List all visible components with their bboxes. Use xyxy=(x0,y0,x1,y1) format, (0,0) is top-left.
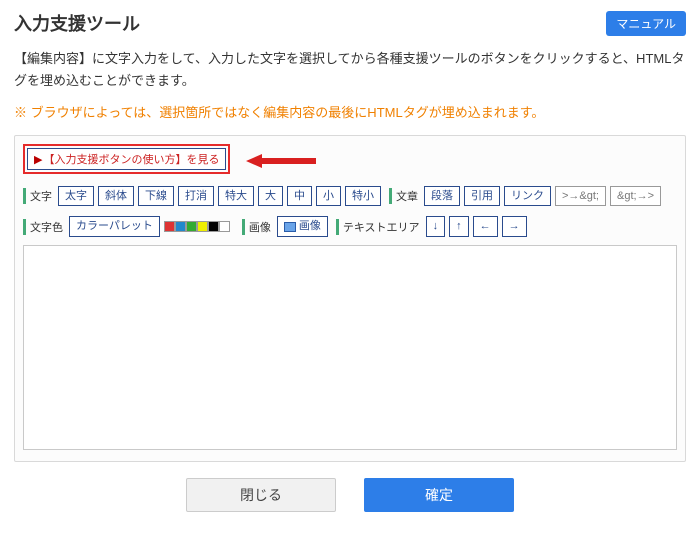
swatch-black[interactable] xyxy=(208,221,219,232)
manual-button[interactable]: マニュアル xyxy=(606,11,686,36)
size-xsmall-button[interactable]: 特小 xyxy=(345,186,381,206)
group-label-text: 文字 xyxy=(23,188,52,204)
help-highlight-box: ▶【入力支援ボタンの使い方】を見る xyxy=(23,144,230,174)
size-large-button[interactable]: 大 xyxy=(258,186,283,206)
color-swatches xyxy=(164,221,230,232)
description-text: 【編集内容】に文字入力をして、入力した文字を選択してから各種支援ツールのボタンを… xyxy=(14,48,686,92)
quote-button[interactable]: 引用 xyxy=(464,186,500,206)
callout-arrow-icon xyxy=(246,152,316,166)
confirm-button[interactable]: 確定 xyxy=(364,478,514,512)
triangle-icon: ▶ xyxy=(34,154,42,166)
swatch-white[interactable] xyxy=(219,221,230,232)
group-label-color: 文字色 xyxy=(23,219,63,235)
group-label-article: 文章 xyxy=(389,188,418,204)
paragraph-button[interactable]: 段落 xyxy=(424,186,460,206)
group-label-image: 画像 xyxy=(242,219,271,235)
unescape-gt-button[interactable]: &gt;→> xyxy=(610,186,661,206)
swatch-yellow[interactable] xyxy=(197,221,208,232)
content-editor[interactable] xyxy=(23,245,677,450)
textarea-left-button[interactable]: ← xyxy=(473,216,498,236)
size-xlarge-button[interactable]: 特大 xyxy=(218,186,254,206)
swatch-blue[interactable] xyxy=(175,221,186,232)
strike-button[interactable]: 打消 xyxy=(178,186,214,206)
textarea-right-button[interactable]: → xyxy=(502,216,527,236)
swatch-red[interactable] xyxy=(164,221,175,232)
textarea-up-button[interactable]: ↑ xyxy=(449,216,469,236)
close-button[interactable]: 閉じる xyxy=(186,478,336,512)
help-link-label: 【入力支援ボタンの使い方】を見る xyxy=(43,154,219,166)
size-medium-button[interactable]: 中 xyxy=(287,186,312,206)
size-small-button[interactable]: 小 xyxy=(316,186,341,206)
italic-button[interactable]: 斜体 xyxy=(98,186,134,206)
toolbar-row-2: 文字色 カラーパレット 画像 画像 テキストエリア ↓ ↑ ← → xyxy=(15,210,685,240)
help-link[interactable]: ▶【入力支援ボタンの使い方】を見る xyxy=(27,148,226,170)
swatch-green[interactable] xyxy=(186,221,197,232)
image-icon xyxy=(284,222,296,232)
tool-panel: ▶【入力支援ボタンの使い方】を見る 文字 太字 斜体 下線 打消 特大 大 中 … xyxy=(14,135,686,462)
warning-text: ※ ブラウザによっては、選択箇所ではなく編集内容の最後にHTMLタグが埋め込まれ… xyxy=(14,102,686,121)
insert-image-label: 画像 xyxy=(299,219,321,233)
footer-buttons: 閉じる 確定 xyxy=(14,478,686,512)
textarea-down-button[interactable]: ↓ xyxy=(426,216,446,236)
underline-button[interactable]: 下線 xyxy=(138,186,174,206)
escape-gt-button[interactable]: >→&gt; xyxy=(555,186,606,206)
insert-image-button[interactable]: 画像 xyxy=(277,216,328,236)
bold-button[interactable]: 太字 xyxy=(58,186,94,206)
group-label-textarea: テキストエリア xyxy=(336,219,420,235)
toolbar-row-1: 文字 太字 斜体 下線 打消 特大 大 中 小 特小 文章 段落 引用 リンク … xyxy=(15,180,685,210)
page-title: 入力支援ツール xyxy=(14,10,140,36)
link-button[interactable]: リンク xyxy=(504,186,551,206)
color-palette-button[interactable]: カラーパレット xyxy=(69,216,160,236)
